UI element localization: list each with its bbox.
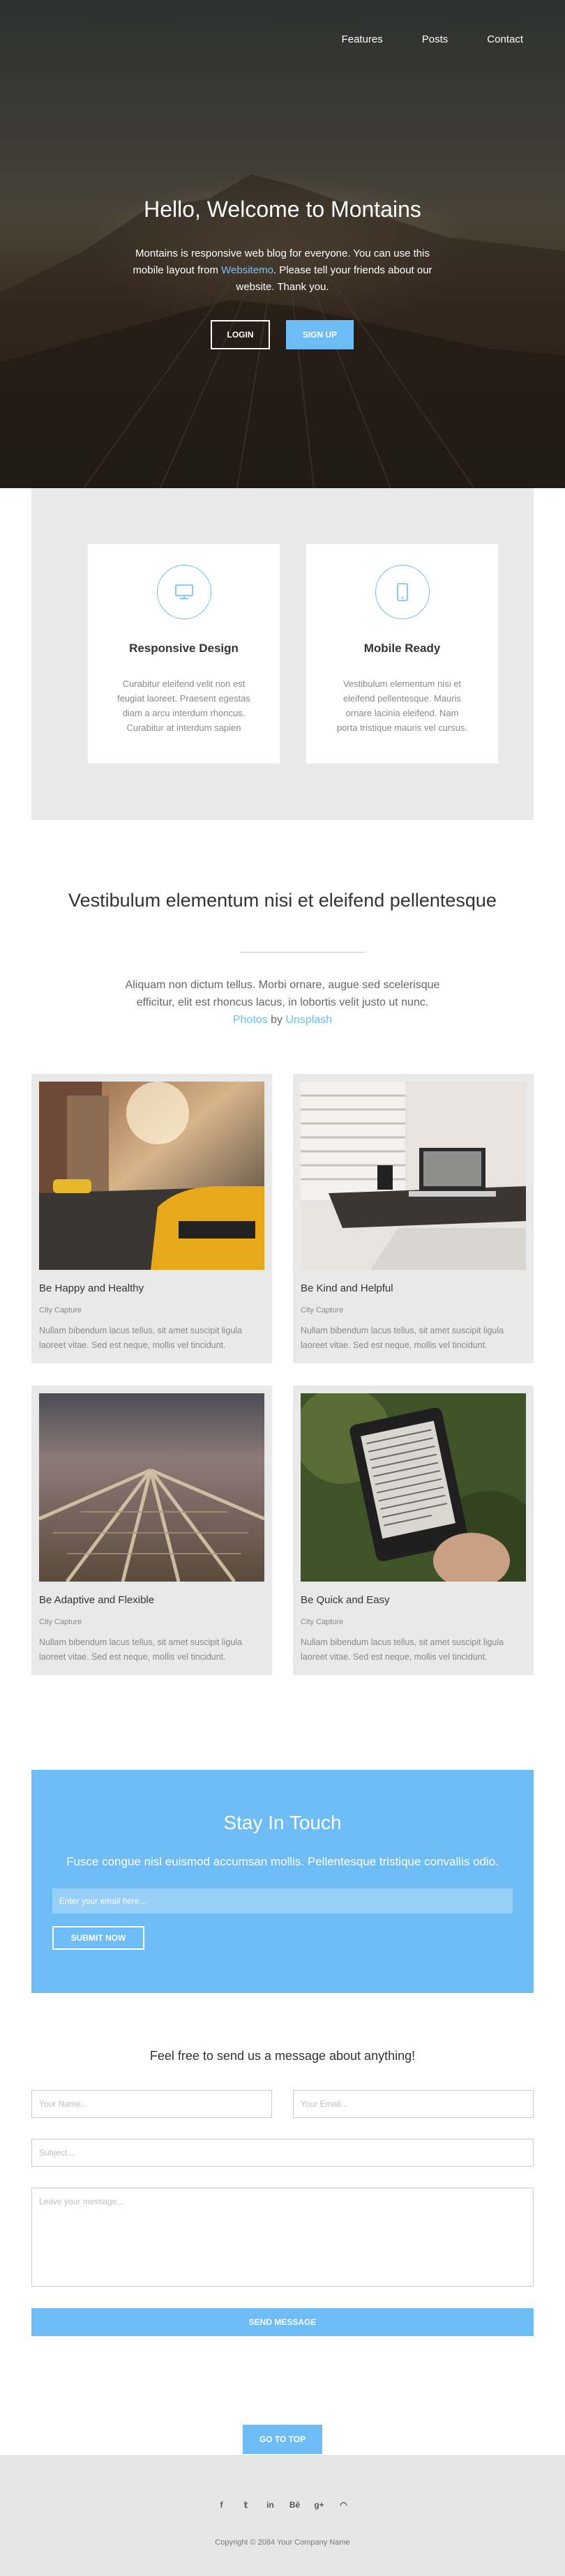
feature-title: Mobile Ready — [363, 642, 441, 655]
mountain-background — [0, 174, 565, 488]
ereader-photo[interactable] — [301, 1393, 526, 1582]
card-text: Nullam bibendum lacus tellus, sit amet s… — [301, 1637, 504, 1662]
card-text: Nullam bibendum lacus tellus, sit amet s… — [39, 1326, 243, 1350]
card-title: Be Adaptive and Flexible — [39, 1594, 155, 1606]
card-subtitle: City Capture — [301, 1306, 344, 1314]
taxi-street-photo[interactable] — [39, 1082, 264, 1270]
unsplash-link[interactable]: Unsplash — [285, 1014, 332, 1026]
feature-card-responsive: Responsive Design Curabitur eleifend vel… — [88, 544, 280, 764]
nav-posts[interactable]: Posts — [422, 33, 449, 45]
twitter-icon[interactable]: 𝕥 — [234, 2500, 258, 2510]
name-field[interactable]: Your Name... — [31, 2090, 272, 2118]
pier-structure-photo[interactable] — [39, 1393, 264, 1582]
laptop-desk-photo[interactable] — [301, 1082, 526, 1270]
rss-icon[interactable]: ◠ — [331, 2500, 356, 2510]
section-title: Vestibulum elementum nisi et eleifend pe… — [68, 890, 497, 911]
section-text: Aliquam non dictum tellus. Morbi ornare,… — [125, 979, 440, 1026]
go-to-top-button[interactable]: GO TO TOP — [243, 2425, 322, 2454]
newsletter-text: Fusce congue nisl euismod accumsan molli… — [66, 1855, 499, 1868]
gallery-card: Be Happy and Healthy City Capture Nullam… — [31, 1074, 272, 1363]
signup-button[interactable]: SIGN UP — [286, 320, 354, 349]
newsletter-section: Stay In Touch Fusce congue nisl euismod … — [31, 1770, 534, 1993]
gallery-card: Be Kind and Helpful City Capture Nullam … — [293, 1074, 534, 1363]
nav-contact[interactable]: Contact — [487, 33, 523, 45]
card-subtitle: City Capture — [39, 1306, 82, 1314]
email-field[interactable]: Your Email... — [293, 2090, 534, 2118]
card-subtitle: City Capture — [301, 1618, 344, 1626]
card-title: Be Kind and Helpful — [301, 1282, 393, 1294]
gallery-card: Be Adaptive and Flexible City Capture Nu… — [31, 1386, 272, 1675]
gallery-card: Be Quick and Easy City Capture Nullam bi… — [293, 1386, 534, 1675]
linkedin-icon[interactable]: in — [258, 2500, 282, 2510]
feature-text: Curabitur eleifend velit non est feugiat… — [117, 679, 250, 733]
section-divider — [241, 952, 366, 953]
feature-text: Vestibulum elementum nisi et eleifend pe… — [336, 679, 468, 733]
monitor-icon — [157, 565, 211, 619]
social-links: f 𝕥 in Bē g+ ◠ — [0, 2500, 565, 2510]
top-nav: Features Posts Contact — [342, 33, 565, 45]
google-plus-icon[interactable]: g+ — [307, 2500, 331, 2510]
feature-card-mobile: Mobile Ready Vestibulum elementum nisi e… — [306, 544, 498, 764]
nav-features[interactable]: Features — [342, 33, 383, 45]
mobile-icon — [375, 565, 430, 619]
send-message-button[interactable]: SEND MESSAGE — [31, 2308, 534, 2336]
hero-section: Features Posts Contact Hello, Welcome to… — [0, 0, 565, 488]
features-section: Responsive Design Curabitur eleifend vel… — [31, 488, 534, 820]
card-text: Nullam bibendum lacus tellus, sit amet s… — [39, 1637, 243, 1662]
copyright-text: Copyright © 2084 Your Company Name — [215, 2538, 350, 2547]
card-title: Be Quick and Easy — [301, 1594, 390, 1606]
login-button[interactable]: LOGIN — [211, 320, 270, 349]
websitemo-link[interactable]: Websitemo — [221, 264, 273, 276]
card-subtitle: City Capture — [39, 1618, 82, 1626]
photos-link[interactable]: Photos — [233, 1014, 268, 1026]
hero-title: Hello, Welcome to Montains — [144, 197, 421, 222]
facebook-icon[interactable]: f — [209, 2500, 234, 2510]
footer: f 𝕥 in Bē g+ ◠ Copyright © 2084 Your Com… — [0, 2455, 565, 2576]
card-text: Nullam bibendum lacus tellus, sit amet s… — [301, 1326, 504, 1350]
hero-intro: Montains is responsive web blog for ever… — [133, 248, 432, 293]
newsletter-email-input[interactable]: Enter your email here... — [52, 1888, 513, 1914]
contact-title: Feel free to send us a message about any… — [149, 2049, 416, 2063]
newsletter-title: Stay In Touch — [223, 1812, 342, 1833]
message-textarea[interactable]: Leave your message... — [31, 2188, 534, 2287]
card-title: Be Happy and Healthy — [39, 1282, 144, 1294]
subject-field[interactable]: Subject... — [31, 2139, 534, 2167]
feature-title: Responsive Design — [129, 642, 239, 655]
behance-icon[interactable]: Bē — [282, 2500, 307, 2510]
submit-now-button[interactable]: SUBMIT NOW — [52, 1926, 144, 1950]
